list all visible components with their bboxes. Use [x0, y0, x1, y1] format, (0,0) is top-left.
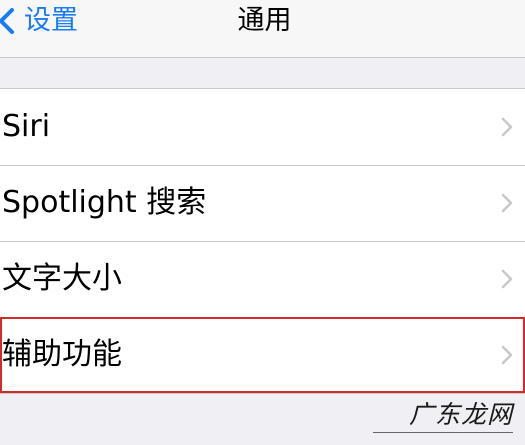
settings-row-spotlight[interactable]: Spotlight 搜索	[0, 165, 525, 241]
settings-row-text-size[interactable]: 文字大小	[0, 241, 525, 317]
chevron-right-icon	[501, 193, 513, 213]
chevron-right-icon	[501, 345, 513, 365]
settings-row-siri[interactable]: Siri	[0, 89, 525, 165]
watermark-underline	[373, 432, 513, 433]
row-label: 文字大小	[2, 261, 122, 296]
row-label: 辅助功能	[2, 337, 122, 372]
row-label: Siri	[2, 109, 51, 144]
chevron-right-icon	[501, 117, 513, 137]
page-title: 通用	[237, 5, 292, 36]
navigation-bar: 设置 通用	[0, 0, 525, 58]
row-label: Spotlight 搜索	[2, 185, 207, 220]
watermark: 广东龙网	[408, 400, 513, 429]
settings-row-accessibility[interactable]: 辅助功能	[0, 317, 525, 393]
settings-list: Siri Spotlight 搜索 文字大小 辅助功能	[0, 88, 525, 394]
chevron-right-icon	[501, 269, 513, 289]
